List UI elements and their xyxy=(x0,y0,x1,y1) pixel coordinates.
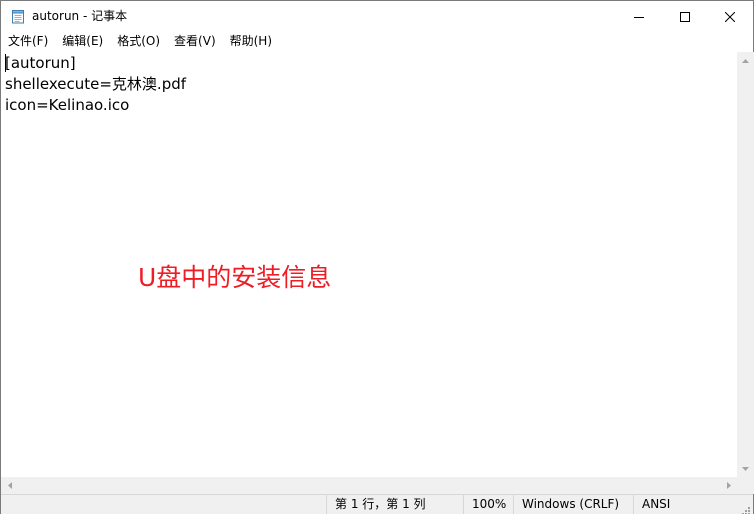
scrollbar-corner xyxy=(737,477,754,494)
minimize-icon xyxy=(634,7,644,26)
title-bar[interactable]: autorun - 记事本 xyxy=(1,1,753,31)
scroll-up-arrow-icon[interactable] xyxy=(737,52,754,69)
annotation-text: U盘中的安装信息 xyxy=(138,263,332,292)
menu-file[interactable]: 文件(F) xyxy=(1,31,55,51)
editor-line-2: shellexecute=克林澳.pdf xyxy=(5,75,187,93)
scroll-right-arrow-icon[interactable] xyxy=(720,477,737,494)
notepad-icon xyxy=(10,8,26,24)
editor-line-3: icon=Kelinao.ico xyxy=(5,96,130,114)
status-zoom: 100% xyxy=(463,495,513,514)
menu-bar: 文件(F) 编辑(E) 格式(O) 查看(V) 帮助(H) xyxy=(1,31,753,51)
menu-help[interactable]: 帮助(H) xyxy=(223,31,279,51)
scroll-left-arrow-icon[interactable] xyxy=(1,477,18,494)
notepad-window: autorun - 记事本 文件(F) 编辑(E) 格式(O) 查看(V) 帮助… xyxy=(0,0,754,514)
status-bar: 第 1 行，第 1 列 100% Windows (CRLF) ANSI xyxy=(1,494,753,514)
status-line-ending: Windows (CRLF) xyxy=(513,495,633,514)
text-editor[interactable]: [autorun] shellexecute=克林澳.pdf icon=Keli… xyxy=(1,52,737,477)
menu-edit[interactable]: 编辑(E) xyxy=(55,31,110,51)
scroll-down-arrow-icon[interactable] xyxy=(737,460,754,477)
maximize-icon xyxy=(680,7,690,26)
close-icon xyxy=(724,7,736,26)
editor-line-1: [autorun] xyxy=(5,54,76,72)
vertical-scrollbar[interactable] xyxy=(737,52,754,477)
minimize-button[interactable] xyxy=(616,1,662,31)
close-button[interactable] xyxy=(707,1,753,31)
status-encoding: ANSI xyxy=(633,495,743,514)
menu-format[interactable]: 格式(O) xyxy=(110,31,167,51)
window-title: autorun - 记事本 xyxy=(32,9,128,23)
maximize-button[interactable] xyxy=(662,1,708,31)
status-cursor-position: 第 1 行，第 1 列 xyxy=(326,495,463,514)
resize-grip-icon[interactable] xyxy=(741,501,751,514)
menu-view[interactable]: 查看(V) xyxy=(167,31,223,51)
horizontal-scrollbar[interactable] xyxy=(1,477,737,494)
